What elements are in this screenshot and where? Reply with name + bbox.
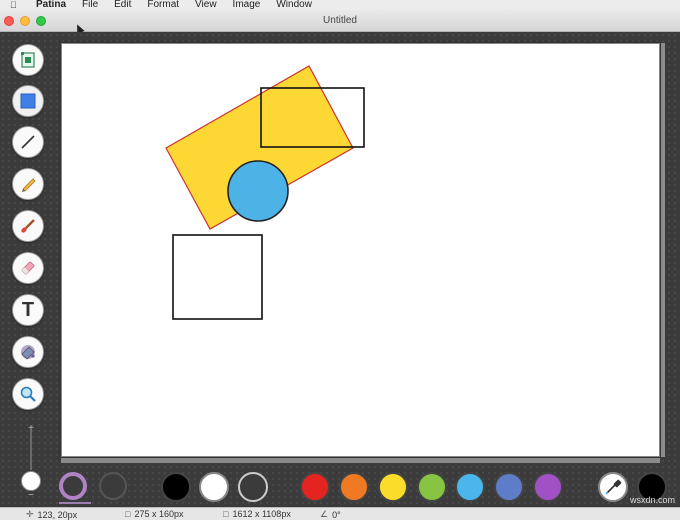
menu-view[interactable]: View bbox=[195, 0, 217, 10]
angle-icon: ∠ bbox=[320, 509, 329, 519]
stroke-selected-underline bbox=[59, 502, 91, 504]
window-titlebar: Untitled bbox=[0, 10, 680, 32]
color-swatch-red[interactable] bbox=[300, 472, 330, 502]
status-bar: ✛ 123, 20px □ 275 x 160px □ 1612 x 1108p… bbox=[0, 507, 680, 520]
zoom-slider-track[interactable] bbox=[30, 430, 32, 470]
menu-format[interactable]: Format bbox=[147, 0, 179, 10]
pencil-icon bbox=[22, 178, 36, 192]
pencil-tool-button[interactable] bbox=[12, 168, 44, 200]
status-cursor-position: ✛ 123, 20px bbox=[26, 509, 77, 520]
text-icon: T bbox=[21, 298, 35, 321]
close-window-button[interactable] bbox=[4, 16, 14, 26]
selection-size-text: 275 x 160px bbox=[134, 509, 184, 519]
menu-edit[interactable]: Edit bbox=[114, 0, 131, 10]
brush-tool-button[interactable] bbox=[12, 210, 44, 242]
blue-circle-shape[interactable] bbox=[227, 160, 289, 222]
brush-icon bbox=[21, 219, 35, 233]
canvas-size-text: 1612 x 1108px bbox=[232, 509, 291, 519]
zoom-tool-button[interactable] bbox=[12, 378, 44, 410]
line-icon bbox=[21, 135, 35, 149]
magnifier-icon bbox=[20, 386, 36, 402]
menu-file[interactable]: File bbox=[82, 0, 98, 10]
eyedropper-button[interactable] bbox=[598, 472, 628, 502]
status-canvas-size: □ 1612 x 1108px bbox=[223, 509, 291, 519]
line-tool-button[interactable] bbox=[12, 126, 44, 158]
canvas-tool-button[interactable] bbox=[12, 44, 44, 76]
color-swatch-green[interactable] bbox=[417, 472, 447, 502]
horizontal-scrollbar[interactable] bbox=[61, 458, 660, 463]
window-title: Untitled bbox=[323, 15, 357, 26]
stroke-color-indicator[interactable] bbox=[59, 472, 87, 500]
color-swatch-blue[interactable] bbox=[494, 472, 524, 502]
color-swatch-none[interactable] bbox=[238, 472, 268, 502]
status-selection-size: □ 275 x 160px bbox=[125, 509, 183, 519]
fill-color-indicator[interactable] bbox=[99, 472, 127, 500]
canvas-icon bbox=[21, 52, 35, 68]
menu-bar:  Patina File Edit Format View Image Win… bbox=[0, 0, 680, 10]
drawing-canvas[interactable] bbox=[61, 43, 660, 457]
color-swatch-yellow[interactable] bbox=[378, 472, 408, 502]
move-icon: ✛ bbox=[26, 509, 34, 519]
zoom-window-button[interactable] bbox=[36, 16, 46, 26]
minimize-window-button[interactable] bbox=[20, 16, 30, 26]
eyedropper-icon bbox=[605, 479, 622, 495]
paint-bucket-icon bbox=[21, 345, 35, 360]
eraser-tool-button[interactable] bbox=[12, 252, 44, 284]
cursor-position-text: 123, 20px bbox=[37, 509, 78, 520]
menu-app-name[interactable]: Patina bbox=[36, 0, 66, 10]
canvas-drawing bbox=[165, 65, 365, 320]
color-swatch-white[interactable] bbox=[199, 472, 229, 502]
vertical-scrollbar[interactable] bbox=[661, 43, 665, 457]
zoom-out-icon[interactable]: − bbox=[25, 490, 37, 502]
menu-window[interactable]: Window bbox=[276, 0, 312, 10]
watermark-text: wsxdn.com bbox=[630, 495, 676, 505]
selection-icon: □ bbox=[125, 509, 131, 519]
fill-tool-button[interactable] bbox=[12, 336, 44, 368]
text-tool-button[interactable]: T bbox=[12, 294, 44, 326]
apple-icon[interactable]:  bbox=[10, 0, 22, 10]
canvas-size-icon: □ bbox=[223, 509, 229, 519]
menu-image[interactable]: Image bbox=[233, 0, 261, 10]
square-icon bbox=[20, 93, 36, 109]
eraser-icon bbox=[21, 261, 35, 275]
color-swatch-purple[interactable] bbox=[533, 472, 563, 502]
color-swatch-black[interactable] bbox=[161, 472, 191, 502]
window-controls bbox=[4, 16, 46, 26]
white-rectangle-shape[interactable] bbox=[172, 234, 263, 320]
zoom-slider-knob[interactable] bbox=[21, 471, 41, 491]
status-angle: ∠ 0° bbox=[320, 509, 341, 520]
color-swatch-light-blue[interactable] bbox=[455, 472, 485, 502]
angle-text: 0° bbox=[332, 509, 341, 520]
shape-tool-button[interactable] bbox=[12, 85, 44, 117]
color-swatch-orange[interactable] bbox=[339, 472, 369, 502]
